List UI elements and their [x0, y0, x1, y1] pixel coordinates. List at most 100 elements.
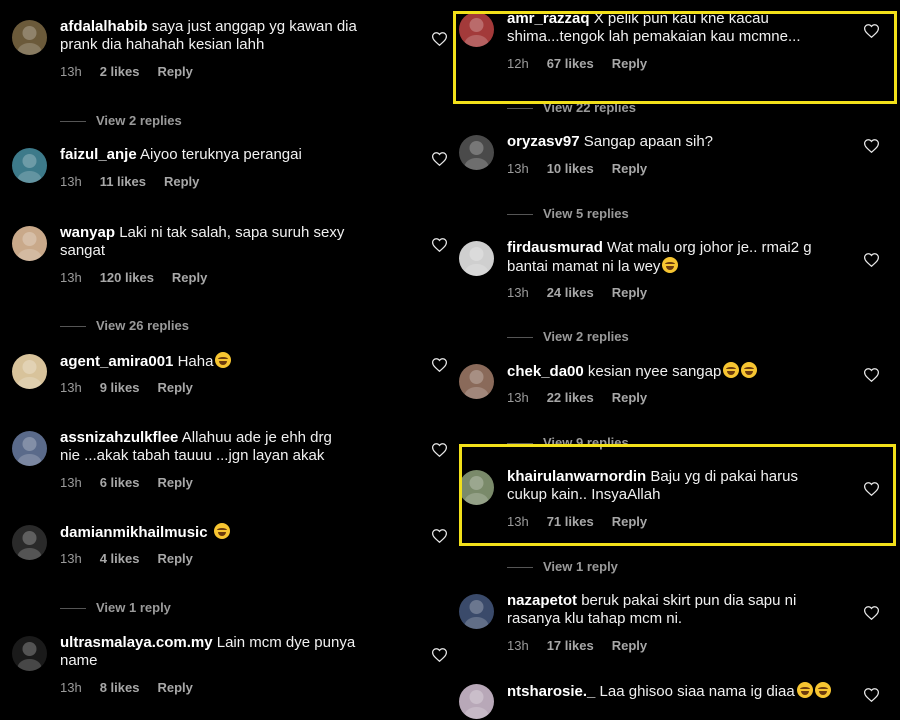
likes-count[interactable]: 11 likes: [100, 174, 146, 189]
likes-count[interactable]: 8 likes: [100, 680, 140, 695]
laughing-emoji-icon: [723, 362, 740, 378]
comment-body: Sangap apaan sih?: [583, 133, 714, 150]
avatar[interactable]: [12, 354, 47, 389]
view-replies-label: View 5 replies: [543, 206, 629, 221]
view-replies-button[interactable]: View 2 replies: [60, 113, 182, 128]
divider-line: [60, 608, 86, 610]
comment-username[interactable]: ultrasmalaya.com.my: [60, 634, 213, 651]
likes-count[interactable]: 120 likes: [100, 270, 154, 285]
comment-username[interactable]: assnizahzulkflee: [60, 429, 178, 446]
comment-meta: 13h 8 likes Reply: [60, 680, 193, 695]
comment-username[interactable]: damianmikhailmusic: [60, 524, 208, 541]
comment-username[interactable]: firdausmurad: [507, 239, 603, 256]
reply-button[interactable]: Reply: [157, 475, 192, 490]
reply-button[interactable]: Reply: [157, 551, 192, 566]
comment-username[interactable]: faizul_anje: [60, 146, 137, 163]
divider-line: [507, 337, 533, 339]
avatar[interactable]: [459, 135, 494, 170]
avatar[interactable]: [12, 226, 47, 261]
divider-line: [60, 326, 86, 328]
avatar[interactable]: [459, 684, 494, 719]
heart-icon[interactable]: [863, 253, 880, 268]
reply-button[interactable]: Reply: [612, 161, 647, 176]
comment-username[interactable]: chek_da00: [507, 363, 584, 380]
comment-username[interactable]: afdalalhabib: [60, 18, 148, 35]
heart-icon[interactable]: [431, 648, 448, 663]
comment-time: 13h: [507, 390, 529, 405]
avatar[interactable]: [12, 431, 47, 466]
heart-icon[interactable]: [863, 368, 880, 383]
likes-count[interactable]: 9 likes: [100, 380, 140, 395]
comment-time: 13h: [507, 161, 529, 176]
reply-button[interactable]: Reply: [612, 285, 647, 300]
heart-icon[interactable]: [431, 529, 448, 544]
avatar-image: [459, 594, 494, 629]
divider-line: [507, 214, 533, 216]
comment-username[interactable]: agent_amira001: [60, 353, 173, 370]
likes-count[interactable]: 22 likes: [547, 390, 594, 405]
reply-button[interactable]: Reply: [612, 390, 647, 405]
reply-button[interactable]: Reply: [612, 638, 647, 653]
heart-icon[interactable]: [863, 606, 880, 621]
comment-text: nazapetot beruk pakai skirt pun dia sapu…: [507, 592, 834, 628]
heart-icon[interactable]: [431, 238, 448, 253]
laughing-emoji-icon: [814, 682, 831, 698]
comment-username[interactable]: wanyap: [60, 224, 115, 241]
comment-text: assnizahzulkflee Allahuu ade je ehh drg …: [60, 429, 402, 465]
comment-meta: 13h 22 likes Reply: [507, 390, 647, 405]
avatar[interactable]: [459, 241, 494, 276]
divider-line: [60, 121, 86, 123]
avatar-image: [12, 354, 47, 389]
reply-button[interactable]: Reply: [157, 680, 192, 695]
comment-body: Aiyoo teruknya perangai: [140, 146, 302, 163]
heart-icon[interactable]: [431, 152, 448, 167]
likes-count[interactable]: 17 likes: [547, 638, 594, 653]
comment-time: 13h: [60, 380, 82, 395]
avatar[interactable]: [12, 525, 47, 560]
avatar[interactable]: [459, 364, 494, 399]
avatar-image: [459, 684, 494, 719]
likes-count[interactable]: 6 likes: [100, 475, 140, 490]
comment-text: agent_amira001 Haha: [60, 352, 402, 371]
view-replies-button[interactable]: View 1 reply: [60, 600, 171, 615]
avatar-image: [12, 20, 47, 55]
laughing-emoji-icon: [796, 682, 813, 698]
avatar[interactable]: [12, 636, 47, 671]
comment-time: 13h: [60, 174, 82, 189]
comment-username[interactable]: nazapetot: [507, 592, 577, 609]
comment-username[interactable]: ntsharosie._: [507, 683, 595, 700]
likes-count[interactable]: 24 likes: [547, 285, 594, 300]
likes-count[interactable]: 2 likes: [100, 64, 140, 79]
avatar-image: [12, 226, 47, 261]
view-replies-label: View 2 replies: [96, 113, 182, 128]
comment-text: chek_da00 kesian nyee sangap: [507, 362, 834, 381]
heart-icon[interactable]: [431, 358, 448, 373]
comment-text: oryzasv97 Sangap apaan sih?: [507, 133, 834, 151]
comment-body: Haha: [177, 353, 214, 370]
comment-username[interactable]: oryzasv97: [507, 133, 580, 150]
view-replies-button[interactable]: View 2 replies: [507, 329, 629, 344]
comment-text: damianmikhailmusic: [60, 523, 402, 542]
heart-icon[interactable]: [863, 688, 880, 703]
reply-button[interactable]: Reply: [157, 64, 192, 79]
likes-count[interactable]: 4 likes: [100, 551, 140, 566]
comment-meta: 13h 10 likes Reply: [507, 161, 647, 176]
reply-button[interactable]: Reply: [172, 270, 207, 285]
heart-icon[interactable]: [431, 32, 448, 47]
likes-count[interactable]: 10 likes: [547, 161, 594, 176]
heart-icon[interactable]: [863, 139, 880, 154]
laughing-emoji-icon: [215, 352, 232, 368]
view-replies-button[interactable]: View 26 replies: [60, 318, 189, 333]
reply-button[interactable]: Reply: [164, 174, 199, 189]
avatar[interactable]: [459, 594, 494, 629]
comment-meta: 13h 24 likes Reply: [507, 285, 647, 300]
comment-meta: 13h 120 likes Reply: [60, 270, 207, 285]
avatar[interactable]: [12, 20, 47, 55]
avatar-image: [12, 636, 47, 671]
view-replies-button[interactable]: View 5 replies: [507, 206, 629, 221]
avatar[interactable]: [12, 148, 47, 183]
heart-icon[interactable]: [431, 443, 448, 458]
view-replies-button[interactable]: View 1 reply: [507, 559, 618, 574]
reply-button[interactable]: Reply: [157, 380, 192, 395]
avatar-image: [12, 148, 47, 183]
